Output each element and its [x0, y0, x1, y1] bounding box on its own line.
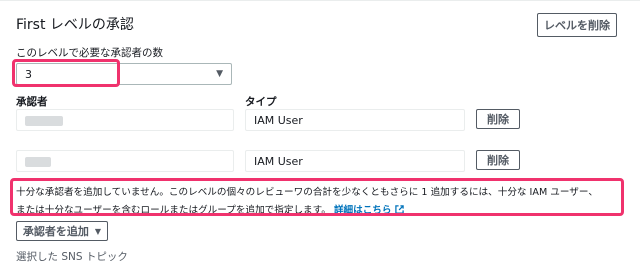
type-field-2[interactable]: IAM User — [245, 150, 465, 172]
approval-level-panel: First レベルの承認 レベルを削除 このレベルで必要な承認者の数 3 ▼ 承… — [0, 0, 640, 264]
type-field-1[interactable]: IAM User — [245, 109, 465, 131]
add-approver-label: 承認者を追加 — [22, 225, 89, 238]
chevron-down-icon: ▼ — [216, 69, 223, 79]
approvers-count-label: このレベルで必要な承認者の数 — [16, 47, 163, 59]
delete-approver-button-2[interactable]: 削除 — [476, 150, 520, 170]
delete-approver-button-1[interactable]: 削除 — [476, 109, 520, 129]
column-type: タイプ — [245, 96, 277, 108]
level-title: First レベルの承認 — [16, 17, 134, 33]
approver-field-1[interactable] — [16, 109, 234, 131]
caret-down-icon: ▼ — [94, 226, 102, 236]
redacted-approver-1 — [25, 116, 63, 126]
type-value-1: IAM User — [254, 113, 303, 127]
type-value-2: IAM User — [254, 154, 303, 168]
highlight-approvers-count — [12, 59, 120, 87]
sns-topic-label: 選択した SNS トピック — [16, 251, 128, 263]
approver-field-2[interactable] — [16, 150, 234, 172]
column-approver: 承認者 — [16, 96, 48, 108]
highlight-warning — [10, 178, 624, 216]
add-approver-button[interactable]: 承認者を追加 ▼ — [16, 221, 108, 241]
delete-level-button[interactable]: レベルを削除 — [537, 13, 617, 37]
redacted-approver-2 — [25, 157, 51, 167]
